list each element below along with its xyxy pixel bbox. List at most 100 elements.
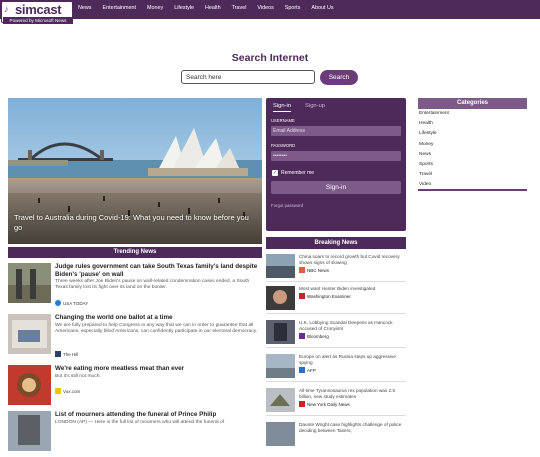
trending-source: The Hill	[55, 351, 78, 357]
nav-videos[interactable]: Videos	[257, 0, 273, 17]
breaking-thumbnail	[266, 320, 295, 344]
nav-money[interactable]: Money	[147, 0, 163, 17]
breaking-item[interactable]: U.K. Lobbying Scandal Deepens as Hancock…	[266, 318, 406, 348]
breaking-item[interactable]: Daunte Wright case highlights challenge …	[266, 420, 406, 450]
category-video[interactable]: Video	[418, 180, 527, 190]
source-name: The Hill	[63, 351, 79, 357]
breaking-source: New York Daily News	[299, 401, 350, 407]
source-name: Bloomberg	[307, 333, 329, 339]
breaking-heading: Breaking News	[266, 237, 406, 249]
tab-sign-in[interactable]: Sign-in	[273, 103, 292, 112]
breaking-thumbnail	[266, 354, 295, 378]
nav-lifestyle[interactable]: Lifestyle	[174, 0, 194, 17]
trending-desc: LONDON (AP) — Here is the full list of m…	[55, 420, 225, 425]
broadcast-icon: ♪	[4, 4, 9, 14]
afp-logo-icon	[299, 367, 305, 373]
nbc-logo-icon	[299, 267, 305, 273]
category-lifestyle[interactable]: Lifestyle	[418, 129, 527, 139]
breaking-item[interactable]: Europe on alert as Russia steps up aggre…	[266, 352, 406, 382]
login-tabs: Sign-in Sign-up	[273, 103, 339, 112]
main-nav: News Entertainment Money Lifestyle Healt…	[78, 0, 345, 17]
breaking-source: AFP	[299, 367, 316, 373]
search-button[interactable]: Search	[320, 70, 358, 85]
source-name: Vox.com	[63, 388, 81, 394]
top-navbar: ♪ simcast Powered by Microsoft News News…	[0, 0, 540, 24]
breaking-title[interactable]: Europe on alert as Russia steps up aggre…	[299, 354, 406, 365]
tab-sign-up[interactable]: Sign-up	[305, 103, 325, 112]
bloomberg-logo-icon	[299, 333, 305, 339]
trending-source: USA TODAY	[55, 300, 88, 306]
trending-item[interactable]: We're eating more meatless meat than eve…	[8, 363, 262, 411]
trending-title[interactable]: We're eating more meatless meat than eve…	[55, 365, 262, 373]
search-title: Search Internet	[231, 52, 309, 64]
trending-title[interactable]: Judge rules government can take South Te…	[55, 263, 262, 279]
login-panel: Sign-in Sign-up USERNAME Email Address P…	[266, 98, 406, 231]
breaking-thumbnail	[266, 388, 295, 412]
nav-sports[interactable]: Sports	[285, 0, 301, 17]
breaking-source: NBC News	[299, 267, 329, 273]
source-name: AFP	[307, 367, 316, 373]
sign-in-button[interactable]: Sign-in	[271, 181, 401, 194]
washington-examiner-logo-icon	[299, 293, 305, 299]
categories-heading: Categories	[418, 98, 527, 109]
breaking-thumbnail	[266, 254, 295, 278]
breaking-thumbnail	[266, 286, 295, 310]
nav-entertainment[interactable]: Entertainment	[102, 0, 136, 17]
trending-thumbnail	[8, 314, 51, 354]
source-name: USA TODAY	[63, 300, 89, 306]
breaking-item[interactable]: China soars to record growth but Covid r…	[266, 252, 406, 282]
trending-thumbnail	[8, 365, 51, 405]
forgot-password-link[interactable]: Forgot password	[271, 203, 303, 208]
breaking-title[interactable]: U.K. Lobbying Scandal Deepens as Hancock…	[299, 320, 406, 331]
the-hill-logo-icon	[55, 351, 61, 357]
logo-powered-by: Powered by Microsoft News	[3, 17, 73, 24]
breaking-source: Washington Examiner	[299, 293, 351, 299]
category-entertainment[interactable]: Entertainment	[418, 109, 527, 119]
trending-title[interactable]: List of mourners attending the funeral o…	[55, 411, 262, 419]
username-label: USERNAME	[271, 118, 295, 123]
trending-desc: We are fully prepared to help Congress i…	[55, 323, 258, 335]
simcast-logo[interactable]: ♪ simcast Powered by Microsoft News	[1, 1, 73, 24]
trending-source: Vox.com	[55, 388, 80, 394]
hero-caption[interactable]: Travel to Australia during Covid-19: Wha…	[14, 213, 254, 233]
breaking-title[interactable]: All-time Tyrannosaurus rex population wa…	[299, 388, 406, 399]
trending-item[interactable]: List of mourners attending the funeral o…	[8, 409, 262, 457]
trending-item[interactable]: Judge rules government can take South Te…	[8, 261, 262, 309]
category-travel[interactable]: Travel	[418, 170, 527, 180]
trending-desc: But it's still not much.	[55, 374, 101, 379]
source-name: Washington Examiner	[307, 293, 351, 299]
breaking-title[interactable]: China soars to record growth but Covid r…	[299, 254, 406, 265]
nav-health[interactable]: Health	[205, 0, 221, 17]
password-label: PASSWORD	[271, 143, 296, 148]
password-field[interactable]: ••••••••	[271, 151, 401, 161]
trending-desc: Three weeks after Joe Biden's pause on w…	[55, 279, 250, 291]
category-news[interactable]: News	[418, 150, 527, 160]
remember-checkbox[interactable]: ✓	[272, 170, 278, 176]
trending-title[interactable]: Changing the world one ballot at a time	[55, 314, 262, 322]
search-input[interactable]	[181, 70, 315, 84]
category-health[interactable]: Health	[418, 119, 527, 129]
username-field[interactable]: Email Address	[271, 126, 401, 136]
trending-thumbnail	[8, 263, 51, 303]
source-name: NBC News	[307, 267, 330, 273]
source-name: New York Daily News	[307, 401, 350, 407]
ny-daily-news-logo-icon	[299, 401, 305, 407]
nav-news[interactable]: News	[78, 0, 91, 17]
nav-about-us[interactable]: About Us	[311, 0, 333, 17]
trending-heading: Trending News	[8, 247, 262, 258]
category-sports[interactable]: Sports	[418, 160, 527, 170]
logo-text: simcast	[15, 2, 62, 17]
breaking-thumbnail	[266, 422, 295, 446]
usa-today-logo-icon	[55, 300, 61, 306]
hero-feature[interactable]: Travel to Australia during Covid-19: Wha…	[8, 98, 262, 244]
remember-label: Remember me	[281, 170, 315, 176]
breaking-item[interactable]: Most want Hunter Biden investigated Wash…	[266, 284, 406, 314]
category-money[interactable]: Money	[418, 140, 527, 150]
trending-item[interactable]: Changing the world one ballot at a time …	[8, 312, 262, 360]
trending-thumbnail	[8, 411, 51, 451]
vox-logo-icon	[55, 388, 61, 394]
nav-travel[interactable]: Travel	[232, 0, 247, 17]
categories-panel: Categories Entertainment Health Lifestyl…	[418, 98, 527, 191]
breaking-item[interactable]: All-time Tyrannosaurus rex population wa…	[266, 386, 406, 416]
breaking-title[interactable]: Most want Hunter Biden investigated	[299, 286, 406, 292]
